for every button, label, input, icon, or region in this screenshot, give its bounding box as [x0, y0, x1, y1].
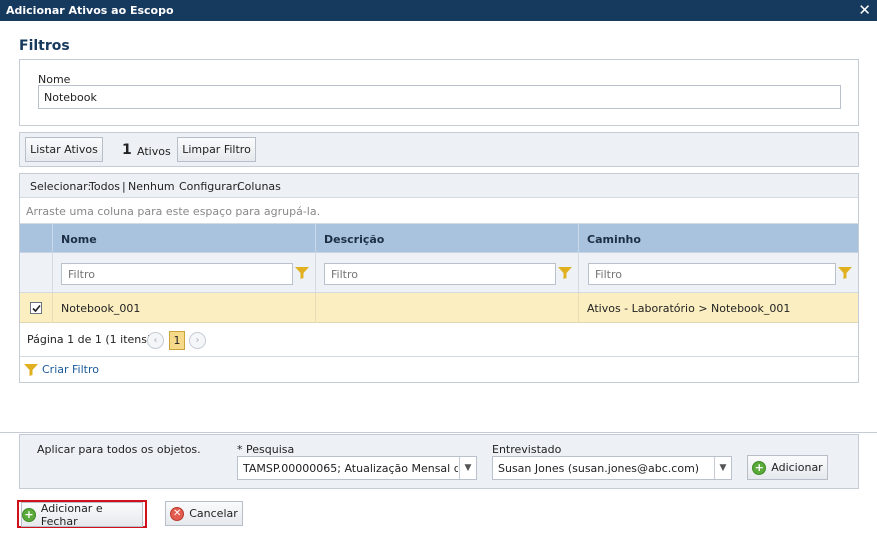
group-hint: Arraste uma coluna para este espaço para…	[26, 205, 321, 218]
add-and-close-button[interactable]: + Adicionar e Fechar	[21, 501, 143, 528]
plus-icon: +	[752, 460, 767, 475]
dialog-titlebar: Adicionar Ativos ao Escopo ✕	[0, 0, 877, 21]
filter-icon[interactable]	[558, 267, 572, 279]
create-filter-link[interactable]: Criar Filtro	[42, 363, 99, 376]
cell-nome: Notebook_001	[52, 293, 315, 323]
next-page-button[interactable]: ›	[189, 332, 206, 349]
assets-grid: Selecionar: Todos | Nenhum Configurar: C…	[19, 173, 859, 383]
chevron-down-icon[interactable]: ▼	[714, 457, 731, 479]
survey-label: * Pesquisa	[237, 443, 295, 456]
select-all-link[interactable]: Todos	[89, 180, 120, 193]
column-header-nome[interactable]: Nome	[52, 224, 315, 253]
cancel-button[interactable]: ✕ Cancelar	[165, 501, 243, 526]
filter-cell-caminho	[578, 253, 858, 293]
table-row[interactable]: Notebook_001 Ativos - Laboratório > Note…	[20, 293, 858, 323]
divider	[0, 432, 877, 433]
list-assets-button[interactable]: Listar Ativos	[25, 137, 103, 162]
selection-bar: Selecionar: Todos | Nenhum Configurar: C…	[20, 174, 858, 198]
filter-icon[interactable]	[838, 267, 852, 279]
survey-value: TAMSP.00000065; Atualização Mensal de A	[243, 462, 458, 475]
filter-icon	[24, 364, 38, 376]
dialog-title: Adicionar Ativos ao Escopo	[6, 4, 174, 17]
grid-header: Nome Descrição Caminho	[20, 224, 858, 253]
apply-panel: Aplicar para todos os objetos. * Pesquis…	[19, 434, 859, 489]
filter-input-caminho[interactable]	[588, 263, 836, 285]
select-label: Selecionar:	[30, 180, 92, 193]
plus-icon: +	[22, 507, 36, 522]
pager: Página 1 de 1 (1 itens) ‹ 1 ›	[20, 323, 858, 357]
asset-count-label: Ativos	[137, 145, 171, 158]
filter-row	[20, 253, 858, 293]
add-and-close-label: Adicionar e Fechar	[40, 501, 103, 528]
add-button[interactable]: + Adicionar	[747, 455, 828, 480]
filter-row-spacer	[20, 253, 52, 293]
survey-select[interactable]: TAMSP.00000065; Atualização Mensal de A …	[237, 456, 477, 480]
name-input[interactable]	[38, 85, 841, 109]
cell-descricao	[315, 293, 578, 323]
cancel-icon: ✕	[170, 506, 185, 521]
configure-columns-link[interactable]: Colunas	[237, 180, 281, 193]
asset-toolbar: Listar Ativos 1 Ativos Limpar Filtro	[19, 132, 859, 167]
checkmark-icon	[32, 304, 41, 313]
filters-title: Filtros	[19, 38, 70, 54]
row-select-cell	[20, 293, 52, 323]
interviewee-value: Susan Jones (susan.jones@abc.com)	[498, 462, 700, 475]
filter-input-nome[interactable]	[61, 263, 293, 285]
filter-input-descricao[interactable]	[324, 263, 556, 285]
apply-all-label: Aplicar para todos os objetos.	[37, 443, 201, 456]
filter-cell-nome	[52, 253, 315, 293]
select-column-header	[20, 224, 52, 253]
filter-cell-descricao	[315, 253, 578, 293]
prev-page-button[interactable]: ‹	[147, 332, 164, 349]
column-header-caminho[interactable]: Caminho	[578, 224, 858, 253]
asset-count: 1	[122, 142, 132, 158]
group-panel[interactable]: Arraste uma coluna para este espaço para…	[20, 198, 858, 224]
name-filter-box: Nome	[19, 59, 859, 126]
create-filter-bar: Criar Filtro	[20, 357, 858, 382]
add-button-label: Adicionar	[771, 461, 823, 474]
filter-icon[interactable]	[295, 267, 309, 279]
row-checkbox[interactable]	[30, 302, 42, 314]
column-header-descricao[interactable]: Descrição	[315, 224, 578, 253]
cell-caminho: Ativos - Laboratório > Notebook_001	[578, 293, 858, 323]
select-separator: |	[122, 180, 126, 193]
chevron-down-icon[interactable]: ▼	[459, 457, 476, 479]
interviewee-select[interactable]: Susan Jones (susan.jones@abc.com) ▼	[492, 456, 732, 480]
configure-label: Configurar:	[179, 180, 241, 193]
cancel-button-label: Cancelar	[189, 507, 238, 520]
close-icon[interactable]: ✕	[858, 1, 871, 19]
select-none-link[interactable]: Nenhum	[128, 180, 175, 193]
clear-filter-button[interactable]: Limpar Filtro	[177, 137, 256, 162]
interviewee-label: Entrevistado	[492, 443, 562, 456]
pager-info: Página 1 de 1 (1 itens)	[27, 333, 152, 346]
page-number-button[interactable]: 1	[169, 331, 185, 350]
